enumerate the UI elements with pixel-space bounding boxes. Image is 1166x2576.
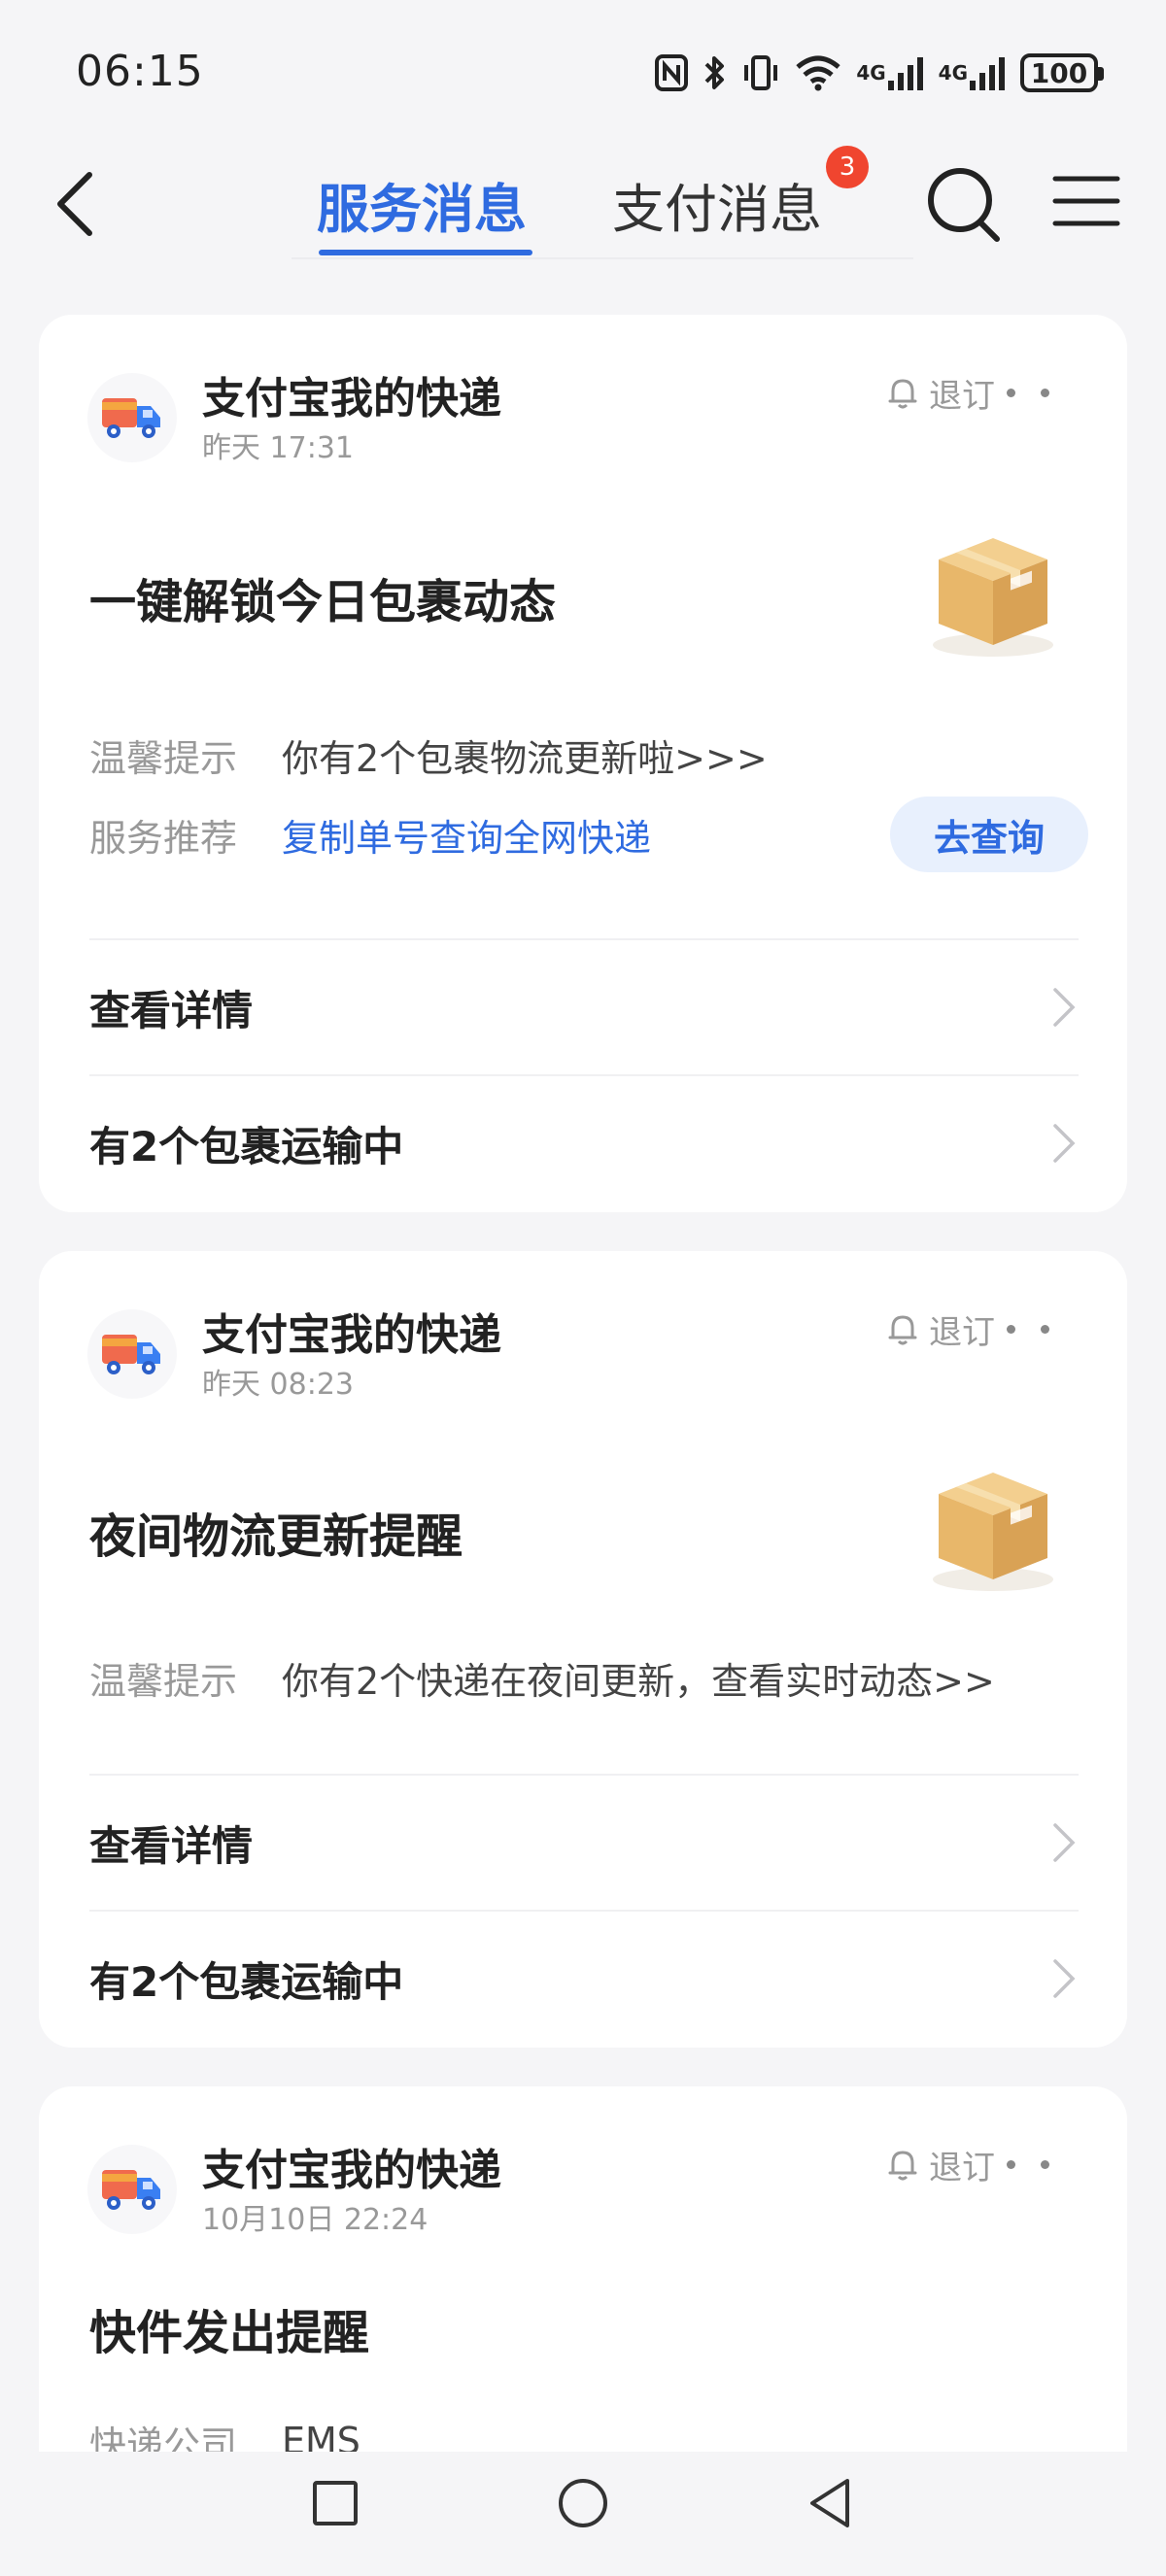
unread-badge: 3 (826, 146, 869, 188)
view-details-row[interactable]: 查看详情 (89, 1774, 1079, 1910)
menu-icon (1052, 176, 1120, 226)
chevron-right-icon (1053, 1124, 1076, 1163)
info-label: 温馨提示 (89, 1659, 238, 1703)
service-link[interactable]: 复制单号查询全网快递 (282, 808, 651, 862)
status-icons: 4G 4G 100 (654, 49, 1104, 97)
card-header: 支付宝我的快递 10月10日 22:24 退订 (87, 2135, 1088, 2237)
back-arrow-icon (57, 172, 92, 236)
top-nav: 服务消息 支付消息 3 (0, 146, 1166, 272)
search-icon (928, 168, 1000, 242)
view-details-row[interactable]: 查看详情 (89, 938, 1079, 1074)
tabs-divider (292, 257, 913, 259)
vibrate-icon (741, 53, 780, 92)
link-label: 有2个包裹运输中 (89, 1122, 404, 1170)
battery-icon: 100 (1020, 53, 1104, 92)
more-dots-icon[interactable] (1007, 373, 1049, 412)
wifi-icon (794, 53, 842, 92)
delivery-truck-icon (87, 2145, 177, 2234)
cell-signal-2: 4G (939, 53, 1007, 92)
card-header: 支付宝我的快递 昨天 17:31 退订 (87, 363, 1088, 465)
chevron-right-icon (1053, 1823, 1076, 1862)
bell-icon (888, 379, 917, 408)
cell-signal-1: 4G (856, 53, 924, 92)
unsubscribe-button[interactable]: 退订 (886, 2141, 995, 2188)
info-value[interactable]: 你有2个快递在夜间更新，查看实时动态>> (282, 1651, 995, 1705)
message-card[interactable]: 支付宝我的快递 昨天 17:31 退订 一键解锁今日包裹动态 温馨提示 你有2个… (39, 315, 1127, 1212)
more-dots-icon[interactable] (1007, 2145, 1049, 2184)
link-label: 查看详情 (89, 986, 254, 1034)
system-nav-bar (0, 2452, 1166, 2576)
app-name: 支付宝我的快递 (202, 374, 501, 424)
message-card[interactable]: 支付宝我的快递 昨天 08:23 退订 夜间物流更新提醒 温馨提示 你有2个快递… (39, 1251, 1127, 2048)
active-tab-indicator (319, 250, 532, 255)
in-transit-row[interactable]: 有2个包裹运输中 (89, 1910, 1079, 2046)
back-button[interactable] (43, 165, 111, 243)
chevron-right-icon (1053, 988, 1076, 1027)
delivery-truck-icon (87, 373, 177, 462)
message-time: 昨天 17:31 (202, 431, 354, 465)
in-transit-row[interactable]: 有2个包裹运输中 (89, 1074, 1079, 1210)
link-label: 有2个包裹运输中 (89, 1957, 404, 2006)
card-title: 快件发出提醒 (89, 2306, 370, 2360)
status-time: 06:15 (76, 47, 204, 96)
info-label: 服务推荐 (89, 816, 238, 860)
back-triangle-icon[interactable] (806, 2477, 853, 2529)
bell-icon (888, 1315, 917, 1344)
tab-payment-messages[interactable]: 支付消息 (612, 155, 822, 253)
info-value[interactable]: 你有2个包裹物流更新啦>>> (282, 729, 768, 782)
card-title: 一键解锁今日包裹动态 (89, 575, 557, 629)
info-row-tip: 温馨提示 你有2个快递在夜间更新，查看实时动态>> (89, 1644, 1088, 1712)
menu-button[interactable] (1051, 167, 1121, 235)
card-header: 支付宝我的快递 昨天 08:23 退订 (87, 1300, 1088, 1402)
app-name: 支付宝我的快递 (202, 2146, 501, 2195)
battery-level: 100 (1030, 56, 1088, 89)
link-label: 查看详情 (89, 1821, 254, 1870)
info-row-recommend: 服务推荐 复制单号查询全网快递 去查询 (89, 797, 1088, 872)
chevron-right-icon (1053, 1959, 1076, 1998)
info-row-tip: 温馨提示 你有2个包裹物流更新啦>>> (89, 721, 1088, 789)
unsubscribe-button[interactable]: 退订 (886, 369, 995, 417)
unsubscribe-label: 退订 (929, 1313, 995, 1352)
message-time: 昨天 08:23 (202, 1368, 354, 1402)
message-time: 10月10日 22:24 (202, 2203, 429, 2237)
package-box-icon (913, 1453, 1069, 1599)
more-dots-icon[interactable] (1007, 1309, 1049, 1348)
app-name: 支付宝我的快递 (202, 1310, 501, 1360)
unsubscribe-label: 退订 (929, 2149, 995, 2187)
tab-service-messages[interactable]: 服务消息 (317, 155, 527, 253)
nfc-icon (654, 53, 689, 92)
bluetooth-icon (703, 53, 728, 92)
search-button[interactable] (923, 157, 1005, 245)
unsubscribe-label: 退订 (929, 377, 995, 416)
status-bar: 06:15 4G 4G 100 (0, 0, 1166, 146)
info-label: 温馨提示 (89, 736, 238, 780)
card-title: 夜间物流更新提醒 (89, 1509, 463, 1564)
query-button[interactable]: 去查询 (890, 797, 1088, 872)
unsubscribe-button[interactable]: 退订 (886, 1305, 995, 1353)
home-icon[interactable] (559, 2479, 607, 2527)
package-box-icon (913, 519, 1069, 664)
recent-apps-icon[interactable] (313, 2481, 358, 2525)
delivery-truck-icon (87, 1309, 177, 1399)
bell-icon (888, 2151, 917, 2180)
